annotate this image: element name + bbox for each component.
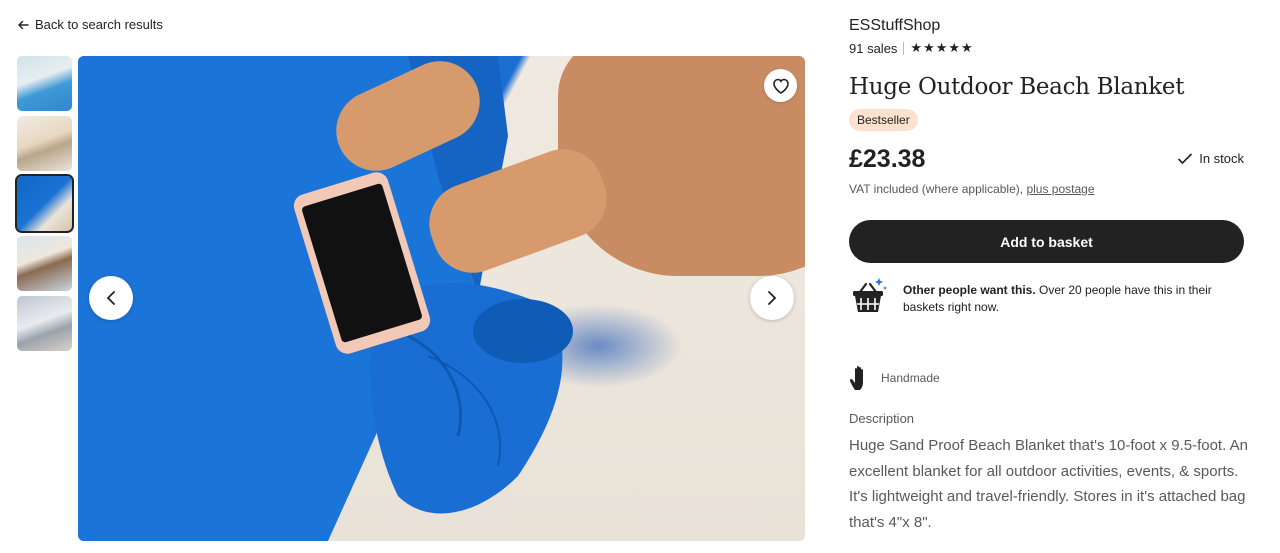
sales-row: 91 sales ★★★★★ (849, 40, 974, 56)
product-title: Huge Outdoor Beach Blanket (849, 74, 1185, 100)
rating-stars[interactable]: ★★★★★ (910, 40, 973, 56)
vat-text: VAT included (where applicable), (849, 182, 1024, 196)
description-text: Huge Sand Proof Beach Blanket that's 10-… (849, 437, 1248, 531)
hand-icon (850, 366, 863, 390)
demand-notice: Other people want this. Over 20 people h… (849, 276, 1244, 316)
favorite-button[interactable] (764, 69, 797, 102)
sales-count: 91 sales (849, 40, 898, 56)
chevron-right-icon (768, 291, 777, 305)
product-main-image (78, 56, 805, 541)
product-price: £23.38 (849, 145, 926, 173)
thumbnail-3[interactable] (15, 174, 74, 233)
thumbnail-1[interactable] (17, 56, 72, 111)
bestseller-badge: Bestseller (849, 109, 918, 131)
vat-info: VAT included (where applicable), plus po… (849, 182, 1095, 196)
add-to-basket-button[interactable]: Add to basket (849, 220, 1244, 263)
back-label: Back to search results (35, 17, 163, 32)
thumbnail-2[interactable] (17, 116, 72, 171)
handmade-label: Handmade (881, 371, 940, 385)
chevron-left-icon (106, 291, 115, 305)
postage-link[interactable]: plus postage (1026, 182, 1094, 196)
checkmark-icon (1178, 152, 1193, 164)
thumbnail-list (15, 56, 74, 356)
next-image-button[interactable] (750, 276, 794, 320)
handmade-highlight: Handmade (849, 364, 940, 392)
stock-label: In stock (1199, 151, 1244, 166)
shop-name-link[interactable]: ESStuffShop (849, 17, 940, 35)
back-to-search-link[interactable]: Back to search results (17, 17, 163, 32)
previous-image-button[interactable] (89, 276, 133, 320)
stock-status: In stock (1177, 151, 1244, 166)
basket-icon (853, 278, 887, 312)
demand-bold: Other people want this. (903, 283, 1036, 297)
arrow-left-icon (18, 20, 29, 29)
divider (903, 41, 905, 55)
description-label: Description (849, 411, 915, 426)
thumbnail-4[interactable] (17, 236, 72, 291)
heart-icon (772, 78, 789, 94)
thumbnail-5[interactable] (17, 296, 72, 351)
